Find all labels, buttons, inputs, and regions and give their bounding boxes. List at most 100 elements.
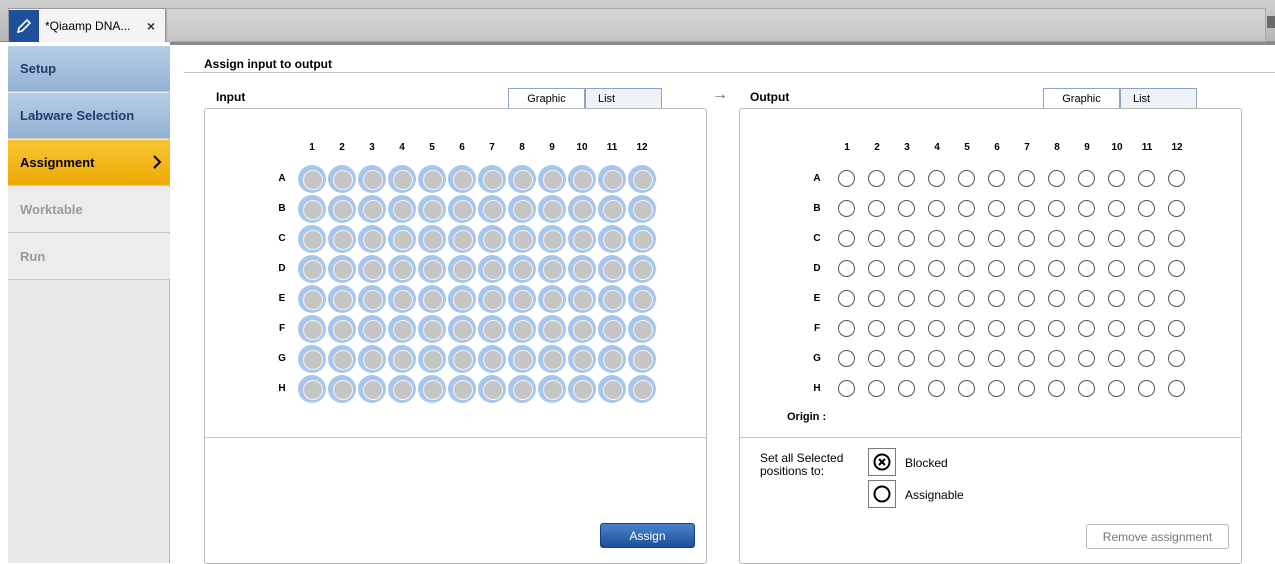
plate-well-D7[interactable]: [478, 255, 506, 283]
plate-column-label[interactable]: 4: [927, 142, 947, 153]
plate-well-C8[interactable]: [508, 225, 536, 253]
assign-button[interactable]: Assign: [600, 523, 695, 548]
plate-column-label[interactable]: 2: [867, 142, 887, 153]
plate-well-B3[interactable]: [898, 200, 915, 217]
plate-well-A6[interactable]: [988, 170, 1005, 187]
plate-well-F10[interactable]: [568, 315, 596, 343]
plate-well-H9[interactable]: [538, 375, 566, 403]
plate-well-E9[interactable]: [1078, 290, 1095, 307]
plate-well-B11[interactable]: [598, 195, 626, 223]
plate-well-G7[interactable]: [1018, 350, 1035, 367]
plate-column-label[interactable]: 6: [452, 142, 472, 153]
output-tab-list[interactable]: List: [1120, 88, 1197, 109]
panel-corner-icon[interactable]: [1267, 16, 1275, 28]
plate-well-H1[interactable]: [298, 375, 326, 403]
plate-well-E11[interactable]: [1138, 290, 1155, 307]
plate-well-F12[interactable]: [1168, 320, 1185, 337]
plate-well-G5[interactable]: [418, 345, 446, 373]
plate-well-D11[interactable]: [598, 255, 626, 283]
plate-well-G5[interactable]: [958, 350, 975, 367]
plate-row-label[interactable]: D: [810, 263, 824, 274]
plate-well-E7[interactable]: [478, 285, 506, 313]
plate-well-E1[interactable]: [298, 285, 326, 313]
plate-well-G6[interactable]: [448, 345, 476, 373]
plate-well-D3[interactable]: [898, 260, 915, 277]
plate-well-G3[interactable]: [358, 345, 386, 373]
plate-well-E5[interactable]: [418, 285, 446, 313]
plate-well-E6[interactable]: [448, 285, 476, 313]
plate-well-A11[interactable]: [598, 165, 626, 193]
plate-well-F6[interactable]: [448, 315, 476, 343]
plate-well-H8[interactable]: [508, 375, 536, 403]
plate-well-B2[interactable]: [868, 200, 885, 217]
plate-well-G10[interactable]: [568, 345, 596, 373]
plate-column-label[interactable]: 1: [837, 142, 857, 153]
plate-well-H11[interactable]: [1138, 380, 1155, 397]
close-icon[interactable]: ×: [147, 18, 155, 34]
document-tab[interactable]: *Qiaamp DNA... ×: [8, 8, 166, 42]
plate-well-H5[interactable]: [418, 375, 446, 403]
plate-well-D2[interactable]: [868, 260, 885, 277]
plate-well-F5[interactable]: [418, 315, 446, 343]
plate-well-E5[interactable]: [958, 290, 975, 307]
plate-well-G9[interactable]: [1078, 350, 1095, 367]
plate-well-H6[interactable]: [448, 375, 476, 403]
plate-well-E4[interactable]: [388, 285, 416, 313]
plate-well-F1[interactable]: [838, 320, 855, 337]
plate-well-E10[interactable]: [568, 285, 596, 313]
plate-well-F3[interactable]: [358, 315, 386, 343]
plate-well-G12[interactable]: [628, 345, 656, 373]
plate-well-C11[interactable]: [1138, 230, 1155, 247]
plate-well-A2[interactable]: [868, 170, 885, 187]
plate-well-D12[interactable]: [1168, 260, 1185, 277]
plate-well-E9[interactable]: [538, 285, 566, 313]
plate-well-A2[interactable]: [328, 165, 356, 193]
plate-well-F12[interactable]: [628, 315, 656, 343]
plate-well-H5[interactable]: [958, 380, 975, 397]
plate-well-B7[interactable]: [478, 195, 506, 223]
plate-well-G11[interactable]: [598, 345, 626, 373]
sidebar-item-labware-selection[interactable]: Labware Selection: [8, 93, 170, 139]
plate-well-F4[interactable]: [928, 320, 945, 337]
plate-row-label[interactable]: F: [810, 323, 824, 334]
plate-well-B4[interactable]: [388, 195, 416, 223]
plate-well-D5[interactable]: [958, 260, 975, 277]
plate-well-A11[interactable]: [1138, 170, 1155, 187]
plate-well-C4[interactable]: [388, 225, 416, 253]
plate-well-F10[interactable]: [1108, 320, 1125, 337]
plate-well-D10[interactable]: [1108, 260, 1125, 277]
plate-well-E8[interactable]: [1048, 290, 1065, 307]
plate-well-H4[interactable]: [928, 380, 945, 397]
plate-well-C12[interactable]: [628, 225, 656, 253]
plate-well-C11[interactable]: [598, 225, 626, 253]
plate-column-label[interactable]: 10: [1107, 142, 1127, 153]
plate-well-B7[interactable]: [1018, 200, 1035, 217]
plate-well-A4[interactable]: [388, 165, 416, 193]
plate-well-G7[interactable]: [478, 345, 506, 373]
plate-well-A7[interactable]: [1018, 170, 1035, 187]
plate-column-label[interactable]: 8: [512, 142, 532, 153]
plate-well-F6[interactable]: [988, 320, 1005, 337]
plate-well-D10[interactable]: [568, 255, 596, 283]
plate-well-H6[interactable]: [988, 380, 1005, 397]
plate-column-label[interactable]: 11: [1137, 142, 1157, 153]
plate-well-C1[interactable]: [838, 230, 855, 247]
plate-well-B12[interactable]: [1168, 200, 1185, 217]
plate-well-F7[interactable]: [478, 315, 506, 343]
plate-well-D1[interactable]: [298, 255, 326, 283]
plate-well-F4[interactable]: [388, 315, 416, 343]
plate-row-label[interactable]: E: [275, 293, 289, 304]
plate-row-label[interactable]: H: [810, 383, 824, 394]
plate-column-label[interactable]: 6: [987, 142, 1007, 153]
plate-well-D5[interactable]: [418, 255, 446, 283]
plate-column-label[interactable]: 4: [392, 142, 412, 153]
plate-well-B5[interactable]: [418, 195, 446, 223]
plate-well-H10[interactable]: [568, 375, 596, 403]
plate-column-label[interactable]: 11: [602, 142, 622, 153]
plate-well-H8[interactable]: [1048, 380, 1065, 397]
plate-column-label[interactable]: 3: [362, 142, 382, 153]
plate-well-B10[interactable]: [1108, 200, 1125, 217]
plate-well-E2[interactable]: [328, 285, 356, 313]
blocked-button[interactable]: [868, 448, 896, 476]
plate-row-label[interactable]: C: [810, 233, 824, 244]
